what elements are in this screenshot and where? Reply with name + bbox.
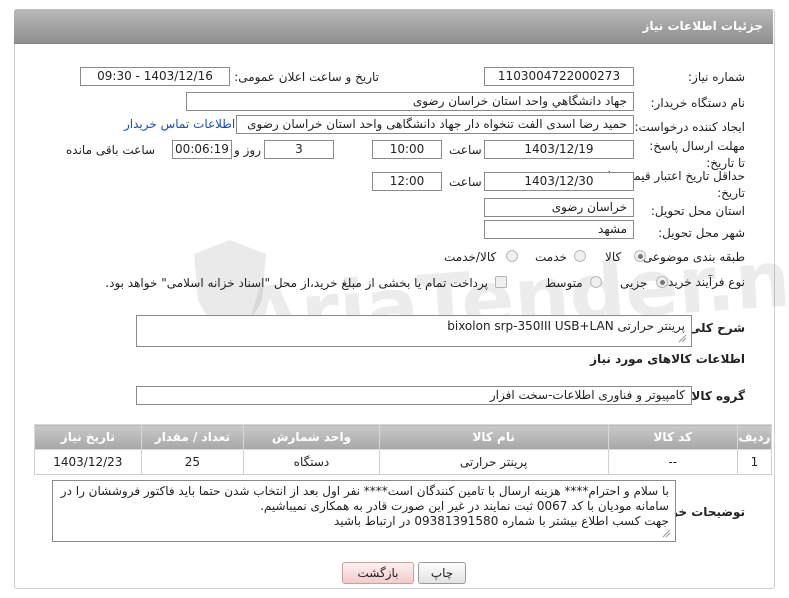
col-unit: واحد شمارش	[243, 424, 380, 450]
need-number-value: 1103004722000273	[484, 67, 634, 86]
announce-label: تاریخ و ساعت اعلان عمومی:	[234, 70, 379, 84]
table-row: 1 -- پرینتر حرارتی دستگاه 25 1403/12/23	[34, 449, 773, 475]
process-radio-medium[interactable]	[590, 276, 602, 288]
goods-group-value: کامپیوتر و فناوری اطلاعات-سخت افزار	[136, 386, 692, 405]
print-button[interactable]: چاپ	[418, 562, 466, 584]
need-number-label: شماره نیاز:	[688, 70, 745, 84]
deadline-time-label: ساعت	[449, 143, 482, 157]
remaining-time: 00:06:19	[172, 140, 232, 159]
validity-time-label: ساعت	[449, 175, 482, 189]
cell-item-code: --	[607, 449, 738, 475]
cell-row-number: 1	[736, 449, 773, 475]
treasury-payment-checkbox[interactable]	[495, 276, 507, 288]
col-row-number: ردیف	[736, 424, 773, 450]
announce-value: 1403/12/16 - 09:30	[80, 67, 230, 86]
validity-date: 1403/12/30	[484, 172, 634, 191]
col-quantity: تعداد / مقدار	[140, 424, 245, 450]
goods-table: ردیف کد کالا نام کالا واحد شمارش تعداد /…	[34, 424, 773, 475]
days-label: روز و	[234, 143, 261, 157]
cell-quantity: 25	[140, 449, 245, 475]
process-option-medium: متوسط	[545, 276, 583, 290]
category-radio-goods[interactable]	[634, 250, 646, 262]
remaining-label: ساعت باقی مانده	[66, 143, 156, 157]
col-item-name: نام کالا	[378, 424, 609, 450]
province-value: خراسان رضوی	[484, 198, 634, 217]
goods-table-header: ردیف کد کالا نام کالا واحد شمارش تعداد /…	[34, 424, 773, 450]
buyer-notes-line: با سلام و احترام**** هزینه ارسال با تامی…	[60, 484, 669, 498]
buyer-notes-box: با سلام و احترام**** هزینه ارسال با تامی…	[52, 480, 676, 542]
back-button[interactable]: بازگشت	[342, 562, 414, 584]
province-label: استان محل تحویل:	[650, 204, 745, 218]
requester-label: ایجاد کننده درخواست:	[634, 120, 745, 134]
buyer-contact-link[interactable]: اطلاعات تماس خریدار	[124, 117, 235, 131]
panel-title: جزئیات اطلاعات نیاز	[642, 19, 763, 33]
goods-section-title: اطلاعات کالاهای مورد نیاز	[590, 352, 745, 366]
category-option-service: خدمت	[535, 250, 567, 264]
description-value: پرینتر حرارتی bixolon srp-350III USB+LAN	[136, 315, 692, 347]
buyer-label: نام دستگاه خریدار:	[650, 96, 746, 110]
deadline-label: مهلت ارسال پاسخ: تا تاریخ:	[649, 139, 745, 170]
process-radio-minor[interactable]	[656, 276, 668, 288]
category-radio-service[interactable]	[574, 250, 586, 262]
cell-need-date: 1403/12/23	[34, 449, 142, 475]
goods-group-label: گروه کالا:	[686, 389, 745, 403]
process-option-minor: جزیی	[620, 276, 648, 290]
description-text: پرینتر حرارتی bixolon srp-350III USB+LAN	[447, 319, 685, 333]
city-label: شهر محل تحویل:	[658, 226, 745, 240]
category-option-goods: کالا	[605, 250, 622, 264]
requester-value: حمید رضا اسدی الفت تنخواه دار جهاد دانشگ…	[236, 115, 634, 134]
resize-grip-icon[interactable]	[677, 333, 687, 343]
category-option-goods-service: کالا/خدمت	[444, 250, 497, 264]
col-need-date: تاریخ نیاز	[34, 424, 142, 450]
col-item-code: کد کالا	[607, 424, 738, 450]
buyer-notes-line: جهت کسب اطلاع بیشتر با شماره 09381391580…	[333, 514, 669, 528]
process-label: نوع فرآیند خرید :	[660, 275, 745, 289]
cell-unit: دستگاه	[243, 449, 380, 475]
deadline-date: 1403/12/19	[484, 140, 634, 159]
resize-grip-icon[interactable]	[661, 528, 671, 538]
category-radio-goods-service[interactable]	[506, 250, 518, 262]
city-value: مشهد	[484, 220, 634, 239]
deadline-time: 10:00	[372, 140, 442, 159]
buyer-value: جهاد دانشگاهي واحد استان خراسان رضوی	[186, 92, 634, 111]
validity-time: 12:00	[372, 172, 442, 191]
treasury-payment-note: پرداخت تمام یا بخشی از مبلغ خرید،از محل …	[105, 276, 488, 290]
cell-item-name: پرینتر حرارتی	[378, 449, 609, 475]
category-label: طبقه بندی موضوعی:	[638, 250, 745, 264]
buyer-notes-line: سامانه مودیان با کد 0067 ثبت نمایند در غ…	[260, 499, 669, 513]
remaining-days: 3	[264, 140, 334, 159]
